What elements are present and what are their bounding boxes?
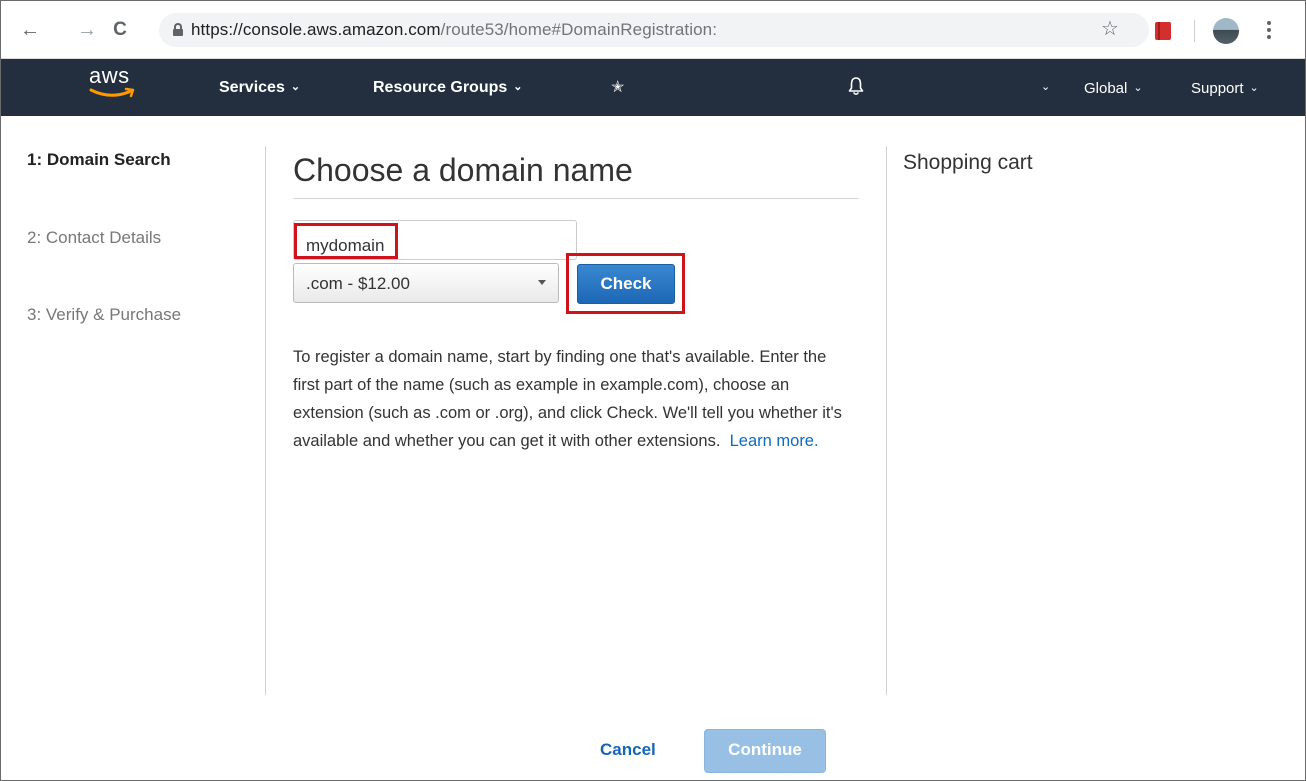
- pin-icon[interactable]: ✭: [611, 77, 624, 97]
- dropdown-arrow-icon: [538, 280, 546, 285]
- support-menu[interactable]: Support ⌄: [1191, 78, 1259, 99]
- bell-icon[interactable]: [848, 76, 864, 96]
- support-label: Support: [1191, 80, 1244, 97]
- lock-icon: [173, 23, 183, 36]
- url-host: https://console.aws.amazon.com: [191, 20, 441, 39]
- aws-logo-text: aws: [89, 63, 130, 88]
- domain-name-input[interactable]: [293, 220, 577, 260]
- right-divider: [886, 146, 887, 695]
- url-path: /route53/home#DomainRegistration:: [440, 20, 718, 39]
- cancel-button[interactable]: Cancel: [600, 740, 656, 760]
- step-verify-purchase[interactable]: 3: Verify & Purchase: [27, 305, 181, 325]
- url-text: https://console.aws.amazon.com/route53/h…: [191, 21, 717, 39]
- check-button[interactable]: Check: [577, 264, 675, 304]
- resource-groups-menu[interactable]: Resource Groups ⌄: [373, 77, 522, 98]
- services-label: Services: [219, 79, 285, 96]
- region-menu[interactable]: Global ⌄: [1084, 78, 1143, 99]
- region-label: Global: [1084, 80, 1128, 97]
- resource-groups-label: Resource Groups: [373, 79, 508, 96]
- aws-logo[interactable]: aws: [89, 63, 149, 103]
- step-domain-search[interactable]: 1: Domain Search: [27, 150, 171, 170]
- chevron-down-icon: ⌄: [1133, 82, 1143, 94]
- aws-navbar: aws Services ⌄ Resource Groups ⌄ ✭ ⌄ Globa…: [1, 59, 1305, 116]
- title-divider: [293, 198, 859, 199]
- chevron-down-icon: ⌄: [1249, 82, 1259, 94]
- profile-avatar-icon[interactable]: [1213, 18, 1239, 44]
- account-menu-caret-icon[interactable]: ⌄: [1041, 80, 1050, 93]
- back-arrow-icon[interactable]: ←: [19, 19, 41, 41]
- shopping-cart-title: Shopping cart: [903, 151, 1033, 174]
- aws-smile-icon: [89, 87, 135, 98]
- chevron-down-icon: ⌄: [513, 81, 523, 93]
- toolbar-separator: [1194, 20, 1195, 42]
- services-menu[interactable]: Services ⌄: [219, 77, 300, 98]
- description-text: To register a domain name, start by find…: [293, 343, 853, 455]
- forward-arrow-icon[interactable]: →: [76, 19, 98, 41]
- tld-select[interactable]: .com - $12.00: [293, 263, 559, 303]
- tld-selected-value: .com - $12.00: [306, 274, 410, 293]
- red-book-extension-icon[interactable]: [1155, 22, 1171, 40]
- bookmark-star-icon[interactable]: ☆: [1101, 18, 1119, 40]
- continue-button[interactable]: Continue: [704, 729, 826, 773]
- step-contact-details[interactable]: 2: Contact Details: [27, 228, 161, 248]
- reload-icon[interactable]: C: [109, 19, 131, 41]
- browser-toolbar: ← → C https://console.aws.amazon.com/rou…: [1, 1, 1305, 59]
- left-divider: [265, 146, 266, 695]
- address-bar[interactable]: https://console.aws.amazon.com/route53/h…: [159, 13, 1149, 47]
- page-title: Choose a domain name: [293, 152, 633, 188]
- learn-more-link[interactable]: Learn more.: [730, 432, 819, 450]
- chevron-down-icon: ⌄: [290, 81, 301, 93]
- kebab-menu-icon[interactable]: [1266, 19, 1272, 41]
